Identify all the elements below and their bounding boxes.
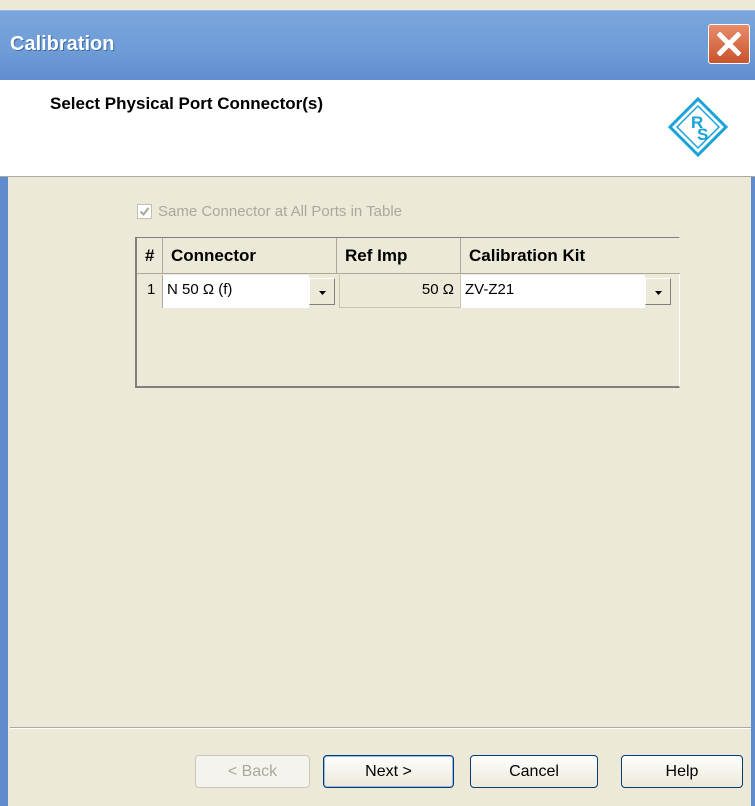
port-connector-table: # Connector Ref Imp Calibration Kit 1 N … xyxy=(135,237,680,388)
connector-dropdown-button[interactable] xyxy=(309,278,335,305)
help-button[interactable]: Help xyxy=(621,755,743,788)
row-number: 1 xyxy=(137,275,163,308)
svg-text:S: S xyxy=(697,125,708,144)
calibration-kit-dropdown-button[interactable] xyxy=(645,278,671,305)
button-separator xyxy=(10,727,751,729)
same-connector-label: Same Connector at All Ports in Table xyxy=(158,202,403,220)
connector-cell[interactable]: N 50 Ω (f) xyxy=(163,275,309,308)
dropdown-arrow-icon xyxy=(319,291,326,295)
window-title: Calibration xyxy=(10,33,115,55)
ref-imp-cell: 50 Ω xyxy=(339,275,461,308)
close-button[interactable] xyxy=(708,24,750,64)
same-connector-checkbox[interactable] xyxy=(137,203,152,219)
next-button[interactable]: Next > xyxy=(323,755,454,788)
wizard-header: Select Physical Port Connector(s) R S xyxy=(0,80,755,177)
column-header-ref-imp[interactable]: Ref Imp xyxy=(337,238,461,274)
dropdown-arrow-icon xyxy=(655,291,662,295)
checkmark-icon xyxy=(139,206,150,216)
back-button[interactable]: < Back xyxy=(195,755,310,788)
column-header-number: # xyxy=(137,238,163,274)
column-header-connector[interactable]: Connector xyxy=(163,238,337,274)
window-frame-left xyxy=(0,80,8,806)
window-frame-right xyxy=(751,80,755,806)
page-title: Select Physical Port Connector(s) xyxy=(50,94,324,113)
calibration-kit-cell[interactable]: ZV-Z21 xyxy=(461,275,645,308)
same-connector-option[interactable]: Same Connector at All Ports in Table xyxy=(137,201,402,221)
column-header-calibration-kit[interactable]: Calibration Kit xyxy=(461,238,680,274)
cancel-button[interactable]: Cancel xyxy=(470,755,598,788)
rohde-schwarz-logo: R S xyxy=(668,97,728,157)
title-bar[interactable]: Calibration xyxy=(0,10,755,81)
close-icon xyxy=(717,32,741,56)
